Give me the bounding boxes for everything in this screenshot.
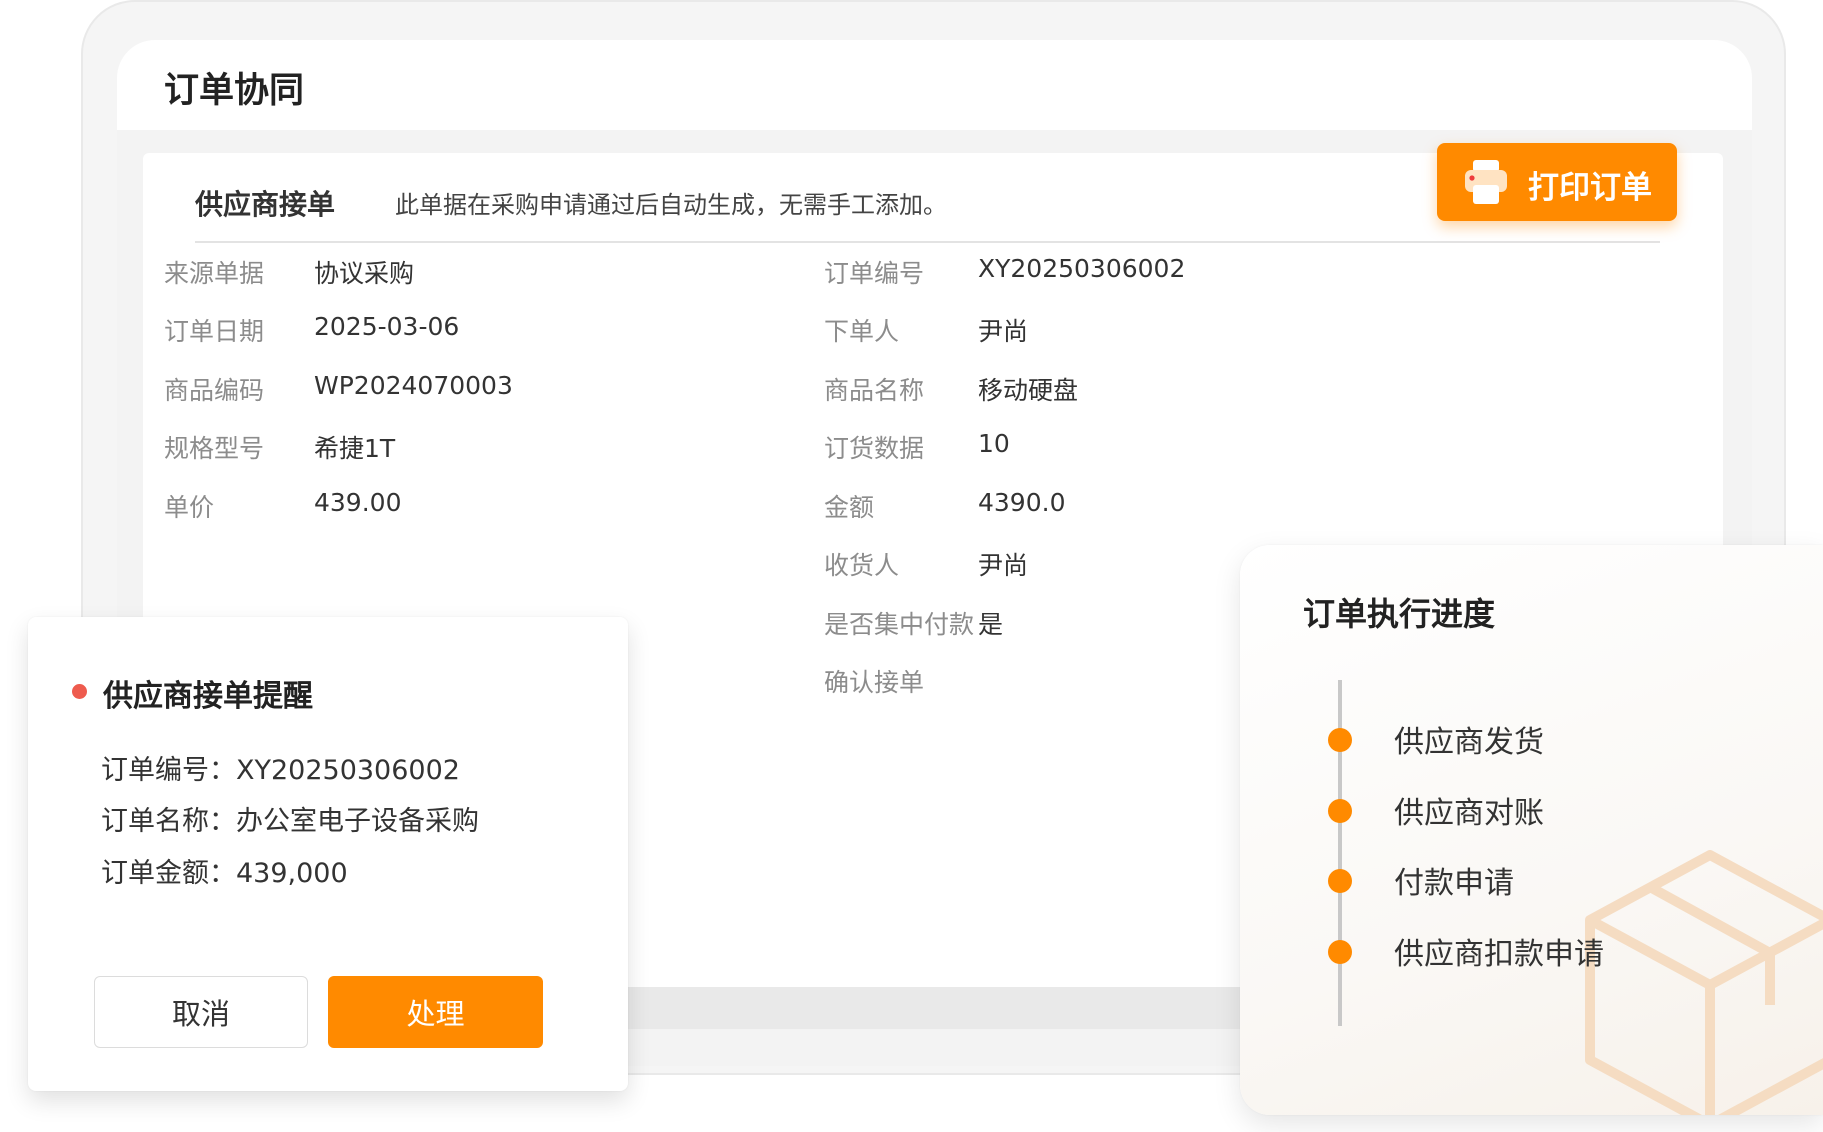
field-value-unit-price: 439.00 bbox=[314, 488, 402, 517]
bottom-strip bbox=[600, 987, 1250, 1029]
timeline-dot bbox=[1328, 728, 1352, 752]
field-value-product-name: 移动硬盘 bbox=[978, 376, 1079, 405]
divider bbox=[195, 241, 1660, 243]
card-title: 供应商接单 bbox=[195, 188, 336, 221]
alert-dot bbox=[72, 684, 87, 699]
field-label-spec: 规格型号 bbox=[164, 434, 265, 463]
field-label-product-name: 商品名称 bbox=[824, 376, 925, 405]
step-supplier-deduction[interactable]: 供应商扣款申请 bbox=[1394, 929, 1604, 973]
popup-order-no: 订单编号：XY20250306002 bbox=[101, 755, 460, 786]
field-label-confirm: 确认接单 bbox=[824, 668, 925, 697]
field-value-order-date: 2025-03-06 bbox=[314, 312, 460, 341]
field-label-orderer: 下单人 bbox=[824, 317, 900, 346]
popup-title: 供应商接单提醒 bbox=[103, 679, 313, 714]
field-value-spec: 希捷1T bbox=[314, 434, 396, 463]
timeline-dot bbox=[1328, 869, 1352, 893]
cancel-button[interactable]: 取消 bbox=[94, 976, 308, 1048]
order-progress-panel: 订单执行进度 供应商发货 供应商对账 付款申请 供应商扣款申请 bbox=[1240, 545, 1823, 1115]
step-supplier-reconciliation[interactable]: 供应商对账 bbox=[1394, 788, 1544, 832]
field-value-amount: 4390.0 bbox=[978, 488, 1066, 517]
field-value-order-no: XY20250306002 bbox=[978, 254, 1186, 283]
popup-order-amount: 订单金额：439,000 bbox=[101, 858, 348, 889]
box-watermark-icon bbox=[1585, 850, 1823, 1115]
field-label-product-code: 商品编码 bbox=[164, 376, 265, 405]
step-payment-request[interactable]: 付款申请 bbox=[1394, 858, 1514, 902]
field-label-central-payment: 是否集中付款 bbox=[824, 610, 975, 639]
field-value-product-code: WP2024070003 bbox=[314, 371, 513, 400]
field-value-central-payment: 是 bbox=[978, 610, 1004, 639]
field-label-unit-price: 单价 bbox=[164, 493, 215, 522]
field-label-source: 来源单据 bbox=[164, 259, 265, 288]
field-label-quantity: 订货数据 bbox=[824, 434, 925, 463]
field-label-receiver: 收货人 bbox=[824, 551, 900, 580]
popup-order-name: 订单名称：办公室电子设备采购 bbox=[101, 806, 479, 837]
field-value-source: 协议采购 bbox=[314, 259, 415, 288]
field-value-receiver: 尹尚 bbox=[978, 551, 1029, 580]
field-label-order-no: 订单编号 bbox=[824, 259, 925, 288]
progress-title: 订单执行进度 bbox=[1303, 595, 1496, 633]
field-label-order-date: 订单日期 bbox=[164, 317, 265, 346]
timeline-dot bbox=[1328, 940, 1352, 964]
process-button[interactable]: 处理 bbox=[328, 976, 543, 1048]
card-description: 此单据在采购申请通过后自动生成，无需手工添加。 bbox=[395, 191, 947, 219]
field-label-amount: 金额 bbox=[824, 493, 875, 522]
window-header: 订单协同 bbox=[117, 40, 1752, 130]
timeline-dot bbox=[1328, 799, 1352, 823]
field-value-orderer: 尹尚 bbox=[978, 317, 1029, 346]
page-title: 订单协同 bbox=[164, 71, 305, 111]
step-supplier-shipment[interactable]: 供应商发货 bbox=[1394, 717, 1544, 761]
printer-icon bbox=[1465, 160, 1507, 204]
print-order-button[interactable]: 打印订单 bbox=[1437, 143, 1677, 221]
print-order-label: 打印订单 bbox=[1528, 170, 1652, 206]
supplier-reminder-popup: 供应商接单提醒 订单编号：XY20250306002 订单名称：办公室电子设备采… bbox=[28, 617, 628, 1091]
field-value-quantity: 10 bbox=[978, 429, 1010, 458]
